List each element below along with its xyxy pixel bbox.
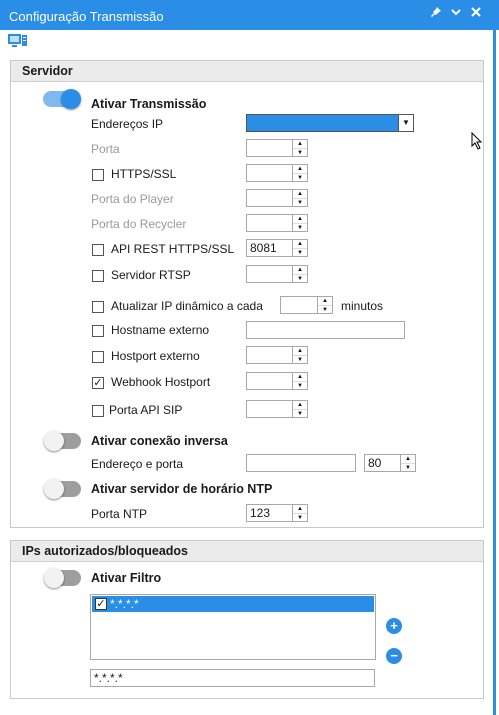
minutos-label: minutos (341, 299, 384, 313)
enderecos-ip-select[interactable]: ▼ (246, 114, 414, 132)
atualizar-ip-label: Atualizar IP dinâmico a cada (111, 299, 263, 313)
hostname-checkbox[interactable] (92, 325, 104, 337)
porta-api-sip-stepper[interactable]: ▲ ▼ (246, 400, 308, 418)
add-ip-button[interactable]: + (386, 618, 402, 634)
stepper-arrows[interactable]: ▲ ▼ (292, 373, 307, 389)
hostname-field[interactable] (246, 321, 405, 339)
ip-input-value: *.*.*.* (94, 671, 123, 685)
porta-player-label: Porta do Player (91, 192, 174, 206)
porta-ntp-label: Porta NTP (91, 507, 148, 521)
window-title: Configuração Transmissão (9, 9, 164, 24)
remove-ip-button[interactable]: − (386, 648, 402, 664)
stepper-arrows[interactable]: ▲ ▼ (292, 347, 307, 363)
pin-icon[interactable] (428, 6, 444, 22)
hostport-stepper[interactable]: ▲ ▼ (246, 346, 308, 364)
hostname-label: Hostname externo (111, 323, 210, 337)
ativar-transmissao-toggle[interactable] (43, 89, 81, 109)
ip-input[interactable]: *.*.*.* (90, 669, 375, 687)
https-ssl-checkbox[interactable] (92, 169, 104, 181)
webhook-label: Webhook Hostport (111, 375, 211, 389)
webhook-stepper[interactable]: ▲ ▼ (246, 372, 308, 390)
hostport-label: Hostport externo (111, 349, 200, 363)
stepper-arrows[interactable]: ▲ ▼ (292, 401, 307, 417)
list-item[interactable]: ✓ *.*.*.* (92, 596, 374, 612)
https-ssl-stepper[interactable]: ▲ ▼ (246, 164, 308, 182)
stepper-arrows[interactable]: ▲ ▼ (292, 190, 307, 206)
stepper-arrows[interactable]: ▲ ▼ (292, 165, 307, 181)
title-bar: Configuração Transmissão (0, 0, 499, 30)
atualizar-ip-checkbox[interactable] (92, 301, 104, 313)
stepper-arrows[interactable]: ▲ ▼ (292, 505, 307, 521)
atualizar-ip-stepper[interactable]: ▲ ▼ (280, 296, 333, 314)
https-ssl-label: HTTPS/SSL (111, 167, 177, 181)
ativar-filtro-toggle[interactable] (44, 568, 81, 588)
rtsp-checkbox[interactable] (92, 270, 104, 282)
mouse-cursor-icon (471, 131, 483, 153)
stepper-arrows[interactable]: ▲ ▼ (400, 455, 415, 471)
stepper-arrows[interactable]: ▲ ▼ (292, 266, 307, 282)
stepper-arrows[interactable]: ▲ ▼ (317, 297, 332, 313)
porta-api-sip-label: Porta API SIP (109, 403, 183, 417)
porta-api-sip-checkbox[interactable] (92, 405, 104, 417)
toolbar (0, 30, 499, 54)
porta-label: Porta (91, 142, 120, 156)
ips-header: IPs autorizados/bloqueados (11, 541, 483, 562)
stepper-arrows[interactable]: ▲ ▼ (292, 140, 307, 156)
chevron-down-icon[interactable] (448, 6, 464, 22)
ntp-toggle[interactable] (44, 479, 81, 499)
stepper-arrows[interactable]: ▲ ▼ (292, 240, 307, 256)
conexao-inversa-label: Ativar conexão inversa (91, 434, 228, 448)
stepper-arrows[interactable]: ▲ ▼ (292, 215, 307, 231)
ativar-transmissao-label: Ativar Transmissão (91, 97, 207, 111)
porta-ntp-value: 123 (250, 506, 271, 520)
porta-recycler-stepper[interactable]: ▲ ▼ (246, 214, 308, 232)
rtsp-stepper[interactable]: ▲ ▼ (246, 265, 308, 283)
porta-stepper[interactable]: ▲ ▼ (246, 139, 308, 157)
porta-recycler-label: Porta do Recycler (91, 217, 187, 231)
list-item-checkbox[interactable]: ✓ (95, 598, 107, 610)
rtsp-label: Servidor RTSP (111, 268, 191, 282)
porta-ntp-stepper[interactable]: 123 ▲ ▼ (246, 504, 308, 522)
servidor-header: Servidor (11, 61, 483, 82)
chevron-down-icon: ▼ (398, 115, 413, 131)
api-rest-value: 8081 (250, 241, 277, 255)
webhook-checkbox[interactable]: ✓ (92, 377, 104, 389)
api-rest-stepper[interactable]: 8081 ▲ ▼ (246, 239, 308, 257)
ntp-label: Ativar servidor de horário NTP (91, 482, 273, 496)
enderecos-ip-label: Endereços IP (91, 117, 164, 131)
close-icon[interactable] (468, 6, 484, 22)
conexao-inversa-toggle[interactable] (44, 431, 81, 451)
endereco-porta-stepper[interactable]: 80 ▲ ▼ (364, 454, 416, 472)
list-item-label: *.*.*.* (110, 597, 139, 611)
ip-list[interactable]: ✓ *.*.*.* (90, 594, 376, 660)
api-rest-checkbox[interactable] (92, 244, 104, 256)
api-rest-label: API REST HTTPS/SSL (111, 242, 235, 256)
hostport-checkbox[interactable] (92, 351, 104, 363)
porta-player-stepper[interactable]: ▲ ▼ (246, 189, 308, 207)
ativar-filtro-label: Ativar Filtro (91, 571, 162, 585)
monitor-settings-icon[interactable] (7, 33, 29, 52)
endereco-porta-value: 80 (368, 456, 382, 470)
endereco-field[interactable] (246, 454, 356, 472)
endereco-porta-label: Endereço e porta (91, 457, 184, 471)
